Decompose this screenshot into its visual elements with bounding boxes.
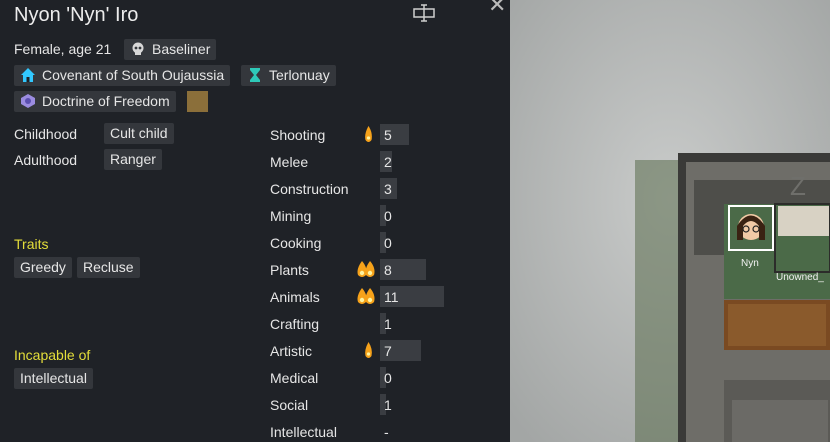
minor-passion-icon bbox=[365, 342, 372, 358]
skill-value: 1 bbox=[384, 316, 392, 332]
incapable-tag[interactable]: Intellectual bbox=[14, 368, 93, 389]
major-passion-icon bbox=[357, 261, 375, 277]
skill-value: 7 bbox=[384, 343, 392, 359]
pawn-name[interactable]: Nyon 'Nyn' Iro bbox=[14, 4, 138, 27]
traits-heading: Traits bbox=[14, 236, 49, 252]
faction-label: Covenant of South Oujaussia bbox=[42, 67, 225, 83]
incapable-heading: Incapable of bbox=[14, 347, 91, 363]
skill-value: 2 bbox=[384, 154, 392, 170]
ideology-icon bbox=[21, 94, 35, 108]
skill-name: Artistic bbox=[270, 343, 312, 359]
faction-house-icon bbox=[21, 68, 35, 82]
map-scene: Z bbox=[510, 0, 830, 442]
skill-value: 8 bbox=[384, 262, 392, 278]
skill-value: - bbox=[384, 424, 389, 440]
skill-name: Cooking bbox=[270, 235, 322, 251]
skill-name: Intellectual bbox=[270, 424, 337, 440]
skill-value: 1 bbox=[384, 397, 392, 413]
svg-text:Z: Z bbox=[790, 171, 806, 201]
ideology-tag[interactable]: Doctrine of Freedom bbox=[14, 91, 176, 112]
adulthood-tag[interactable]: Ranger bbox=[104, 149, 162, 170]
skill-name: Mining bbox=[270, 208, 312, 224]
bed-pillow bbox=[778, 206, 830, 236]
skill-value: 0 bbox=[384, 235, 392, 251]
skill-name: Animals bbox=[270, 289, 320, 305]
childhood-tag[interactable]: Cult child bbox=[104, 123, 174, 144]
ideology-color-swatch[interactable] bbox=[187, 91, 208, 112]
major-passion-icon bbox=[357, 288, 375, 304]
minor-passion-icon bbox=[365, 126, 372, 142]
ideology-label: Doctrine of Freedom bbox=[42, 93, 170, 109]
close-icon[interactable]: ✕ bbox=[488, 0, 506, 18]
trait-tag[interactable]: Greedy bbox=[14, 257, 72, 278]
xenotype-tag[interactable]: Baseliner bbox=[124, 39, 217, 60]
skill-value: 11 bbox=[384, 289, 399, 305]
gender-age: Female, age 21 bbox=[14, 41, 112, 57]
skull-icon bbox=[132, 42, 144, 55]
skill-value: 3 bbox=[384, 181, 392, 197]
skill-name: Plants bbox=[270, 262, 309, 278]
pawn-map-label[interactable]: Nyn bbox=[741, 258, 759, 269]
adulthood-label: Adulthood bbox=[14, 152, 78, 168]
skill-name: Social bbox=[270, 397, 309, 413]
character-panel: Nyon 'Nyn' Iro ✕ Female, age 21 Baseline… bbox=[0, 0, 510, 442]
skill-value: 5 bbox=[384, 127, 392, 143]
skill-value: 0 bbox=[384, 208, 392, 224]
skill-name: Crafting bbox=[270, 316, 320, 332]
trait-tag[interactable]: Recluse bbox=[77, 257, 140, 278]
rename-icon[interactable] bbox=[413, 4, 435, 22]
xenotype-label: Baseliner bbox=[152, 41, 211, 57]
faction-tag[interactable]: Covenant of South Oujaussia bbox=[14, 65, 231, 86]
skill-name: Melee bbox=[270, 154, 309, 170]
title-tag[interactable]: Terlonuay bbox=[241, 65, 336, 86]
skill-name: Construction bbox=[270, 181, 349, 197]
skill-name: Medical bbox=[270, 370, 319, 386]
skill-name: Shooting bbox=[270, 127, 326, 143]
childhood-label: Childhood bbox=[14, 126, 78, 142]
world-map-view[interactable]: Z Nyn Unowned_ bbox=[510, 0, 830, 442]
title-label: Terlonuay bbox=[269, 67, 330, 83]
skill-value: 0 bbox=[384, 370, 392, 386]
hourglass-icon bbox=[250, 68, 260, 82]
bed-owner-label: Unowned_ bbox=[776, 272, 824, 283]
